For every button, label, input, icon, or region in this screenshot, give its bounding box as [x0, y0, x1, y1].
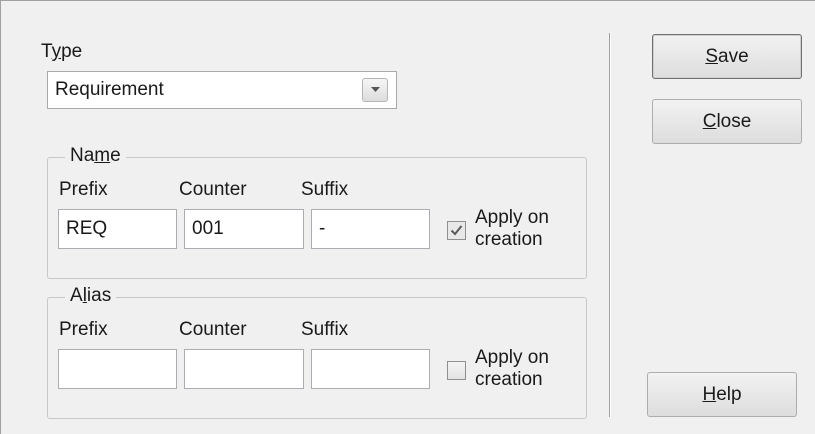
alias-suffix-input[interactable] — [311, 349, 430, 389]
type-combobox-value: Requirement — [55, 79, 164, 100]
alias-apply-on-creation-checkbox[interactable] — [447, 361, 466, 380]
save-button[interactable]: Save — [652, 34, 802, 79]
alias-group-title: Alias — [65, 285, 117, 307]
name-apply-line2: creation — [475, 229, 543, 250]
name-counter-label: Counter — [179, 179, 247, 200]
name-counter-input[interactable]: 001 — [184, 209, 304, 249]
name-prefix-label: Prefix — [59, 179, 108, 200]
checkmark-icon — [450, 225, 463, 236]
type-dropdown-button[interactable] — [362, 78, 388, 102]
alias-apply-line2: creation — [475, 369, 543, 390]
type-label: Type — [41, 41, 83, 62]
element-naming-dialog: Type Requirement Name Prefix Counter Suf… — [0, 0, 815, 434]
alias-prefix-input[interactable] — [58, 349, 177, 389]
type-combobox[interactable]: Requirement — [47, 71, 397, 109]
alias-apply-line1: Apply on — [475, 347, 549, 368]
help-button[interactable]: Help — [647, 372, 797, 417]
name-apply-on-creation-label[interactable]: Apply on creation — [475, 207, 549, 251]
name-apply-on-creation-checkbox[interactable] — [447, 221, 466, 240]
alias-counter-label: Counter — [179, 319, 247, 340]
chevron-down-icon — [371, 87, 380, 92]
name-suffix-label: Suffix — [301, 179, 349, 200]
vertical-separator — [609, 33, 611, 417]
alias-prefix-label: Prefix — [59, 319, 108, 340]
name-group-title: Name — [65, 145, 126, 167]
alias-apply-on-creation-label[interactable]: Apply on creation — [475, 347, 549, 391]
name-apply-line1: Apply on — [475, 207, 549, 228]
alias-counter-input[interactable] — [184, 349, 304, 389]
name-suffix-input[interactable]: - — [311, 209, 430, 249]
alias-suffix-label: Suffix — [301, 319, 349, 340]
name-prefix-input[interactable]: REQ — [58, 209, 177, 249]
close-button[interactable]: Close — [652, 99, 802, 144]
